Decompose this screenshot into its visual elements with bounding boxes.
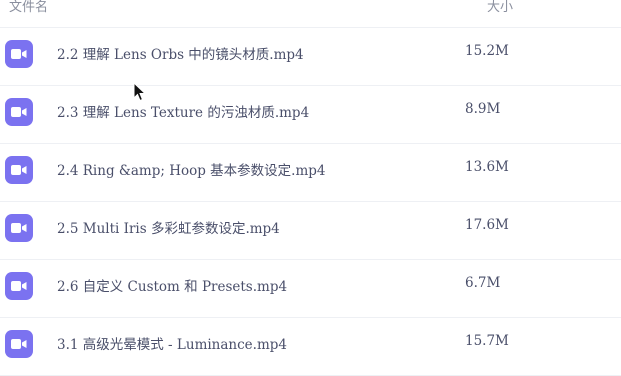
file-size: 15.7M (465, 333, 509, 349)
video-file-icon (5, 156, 33, 184)
file-name[interactable]: 2.4 Ring &amp; Hoop 基本参数设定.mp4 (57, 159, 326, 179)
video-file-icon (5, 40, 33, 68)
file-name[interactable]: 2.2 理解 Lens Orbs 中的镜头材质.mp4 (57, 43, 304, 63)
video-file-icon (5, 272, 33, 300)
file-size: 17.6M (465, 217, 509, 233)
file-name[interactable]: 3.1 高级光晕模式 - Luminance.mp4 (57, 333, 287, 353)
video-file-icon (5, 330, 33, 358)
file-list: 2.2 理解 Lens Orbs 中的镜头材质.mp4 15.2M 2.3 理解… (0, 28, 621, 376)
file-name[interactable]: 2.6 自定义 Custom 和 Presets.mp4 (57, 275, 287, 295)
file-size: 15.2M (465, 43, 509, 59)
file-list-header: 文件名 大小 (0, 0, 621, 28)
file-row[interactable]: 2.6 自定义 Custom 和 Presets.mp4 6.7M (0, 260, 621, 318)
file-row[interactable]: 2.2 理解 Lens Orbs 中的镜头材质.mp4 15.2M (0, 28, 621, 86)
file-name[interactable]: 2.3 理解 Lens Texture 的污浊材质.mp4 (57, 101, 309, 121)
file-row[interactable]: 2.4 Ring &amp; Hoop 基本参数设定.mp4 13.6M (0, 144, 621, 202)
video-file-icon (5, 214, 33, 242)
file-size: 8.9M (465, 101, 501, 117)
file-row[interactable]: 3.1 高级光晕模式 - Luminance.mp4 15.7M (0, 318, 621, 376)
file-name[interactable]: 2.5 Multi Iris 多彩虹参数设定.mp4 (57, 217, 280, 237)
file-size: 13.6M (465, 159, 509, 175)
column-header-name[interactable]: 文件名 (9, 0, 48, 15)
file-row[interactable]: 2.3 理解 Lens Texture 的污浊材质.mp4 8.9M (0, 86, 621, 144)
file-size: 6.7M (465, 275, 501, 291)
column-header-size[interactable]: 大小 (487, 0, 513, 15)
video-file-icon (5, 98, 33, 126)
mouse-cursor-icon (133, 82, 147, 102)
file-row[interactable]: 2.5 Multi Iris 多彩虹参数设定.mp4 17.6M (0, 202, 621, 260)
